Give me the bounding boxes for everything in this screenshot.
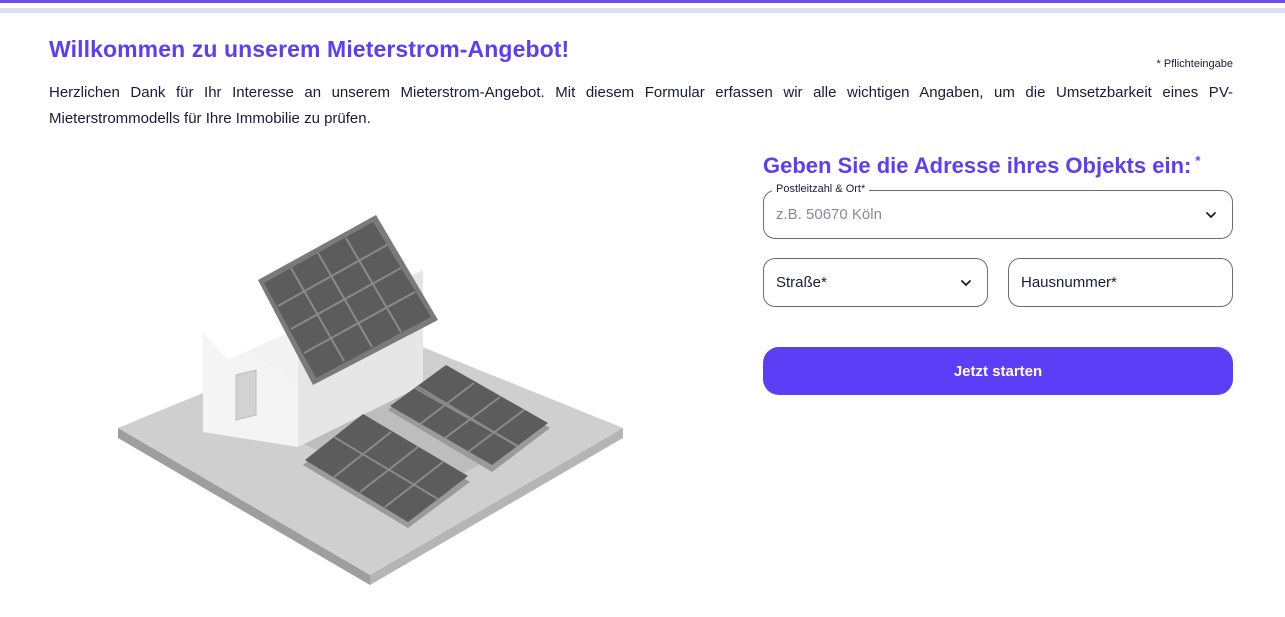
- postcode-city-input[interactable]: [776, 191, 1176, 238]
- form-title-required-star: *: [1195, 153, 1201, 168]
- required-note: * Pflichteingabe: [1156, 58, 1233, 70]
- form-title-text: Geben Sie die Adresse ihres Objekts ein:: [763, 153, 1192, 178]
- house-number-field[interactable]: Hausnummer*: [1008, 258, 1233, 307]
- house-number-label: Hausnummer*: [1021, 274, 1117, 291]
- top-progress-bar: [0, 8, 1285, 13]
- page-title: Willkommen zu unserem Mieterstrom-Angebo…: [49, 36, 570, 62]
- chevron-down-icon[interactable]: [1204, 208, 1218, 222]
- start-button[interactable]: Jetzt starten: [763, 347, 1233, 395]
- form-title: Geben Sie die Adresse ihres Objekts ein:…: [763, 153, 1200, 179]
- intro-text: Herzlichen Dank für Ihr Interesse an uns…: [49, 84, 1233, 127]
- street-field[interactable]: Straße*: [763, 258, 988, 307]
- top-accent-bar: [0, 0, 1285, 3]
- street-label: Straße*: [776, 274, 827, 291]
- house-solar-illustration: [118, 215, 623, 585]
- chevron-down-icon[interactable]: [959, 276, 973, 290]
- postcode-city-field[interactable]: Postleitzahl & Ort*: [763, 183, 1233, 239]
